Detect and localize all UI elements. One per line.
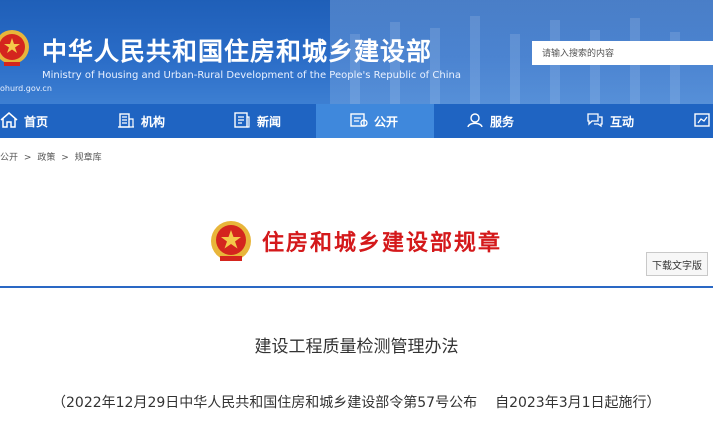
home-icon <box>0 111 18 131</box>
national-emblem-icon <box>211 221 251 261</box>
nav-label: 公开 <box>374 114 399 129</box>
service-icon <box>466 112 484 131</box>
download-text-button[interactable]: 下载文字版 <box>646 252 708 276</box>
document-publish-info: （2022年12月29日中华人民共和国住房和城乡建设部令第57号公布 自2023年… <box>52 392 661 412</box>
site-domain: ohurd.gov.cn <box>0 84 52 93</box>
nav-item-org[interactable]: 机构 <box>102 104 219 138</box>
breadcrumb-link-public[interactable]: 公开 <box>0 153 18 163</box>
public-icon <box>350 112 368 131</box>
data-icon <box>694 112 712 131</box>
breadcrumb: 公开 > 政策 > 规章库 <box>0 150 105 163</box>
national-emblem-icon[interactable] <box>0 28 30 68</box>
site-subtitle: Ministry of Housing and Urban-Rural Deve… <box>42 70 461 81</box>
interact-icon <box>586 112 604 131</box>
nav-label: 服务 <box>490 114 515 129</box>
publish-info: （2022年12月29日中华人民共和国住房和城乡建设部令第57号公布 <box>52 395 478 411</box>
regulation-banner-title: 住房和城乡建设部规章 <box>262 230 503 256</box>
nav-label: 首页 <box>24 114 49 129</box>
nav-item-news[interactable]: 新闻 <box>219 104 316 138</box>
nav-item-interact[interactable]: 互动 <box>552 104 672 138</box>
main-nav: 首页 机构 新闻 公开 服务 互动 <box>0 104 713 138</box>
nav-item-service[interactable]: 服务 <box>434 104 552 138</box>
site-title[interactable]: 中华人民共和国住房和城乡建设部 <box>42 32 432 68</box>
effective-info: 自2023年3月1日起施行） <box>495 395 661 411</box>
breadcrumb-separator: > <box>61 153 69 163</box>
nav-item-public[interactable]: 公开 <box>316 104 434 138</box>
section-divider <box>0 286 713 288</box>
search-box[interactable] <box>532 41 713 65</box>
breadcrumb-separator: > <box>23 153 32 163</box>
nav-label: 互动 <box>610 114 635 129</box>
nav-item-data[interactable] <box>672 104 713 138</box>
news-icon <box>233 111 251 131</box>
breadcrumb-link-regulations[interactable]: 规章库 <box>75 153 102 163</box>
building-icon <box>117 112 135 131</box>
document-title: 建设工程质量检测管理办法 <box>254 337 459 357</box>
breadcrumb-link-policy[interactable]: 政策 <box>37 153 55 163</box>
nav-item-home[interactable]: 首页 <box>0 104 102 138</box>
nav-label: 机构 <box>141 114 166 129</box>
site-header: 中华人民共和国住房和城乡建设部 Ministry of Housing and … <box>0 0 713 104</box>
nav-label: 新闻 <box>257 114 282 129</box>
search-input[interactable] <box>532 43 713 65</box>
